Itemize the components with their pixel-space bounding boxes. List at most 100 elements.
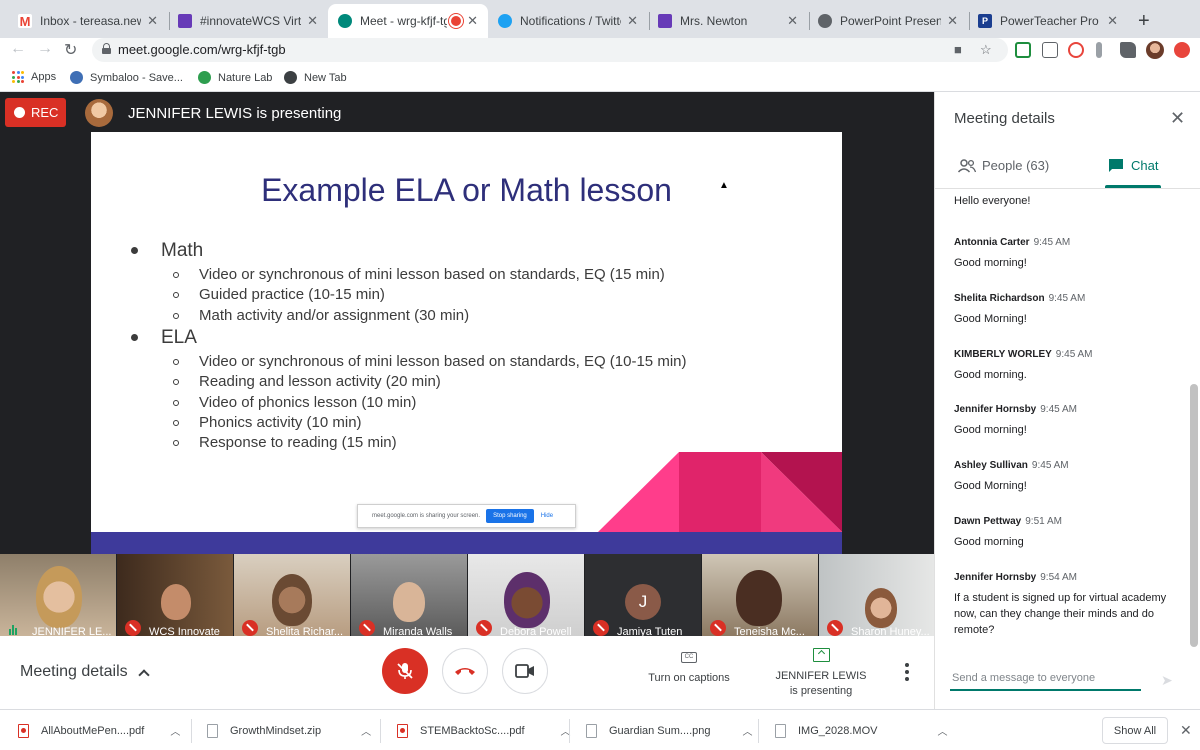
hide-link[interactable]: Hide	[541, 513, 553, 519]
captions-button[interactable]: CC Turn on captions	[640, 652, 738, 684]
tab-gmail[interactable]: M Inbox - tereasa.newton ✕	[8, 4, 168, 38]
rec-label: REC	[31, 105, 59, 120]
tab-meet[interactable]: Meet - wrg-kfjf-tg ✕	[328, 4, 488, 38]
bookmarks-bar: Apps Symbaloo - Save... Nature Lab New T…	[0, 64, 1200, 92]
chat-message: Dawn Pettway 9:51 AM Good morning	[954, 516, 1062, 548]
pin-extension-icon[interactable]	[1096, 42, 1102, 58]
address-bar[interactable]: meet.google.com/wrg-kfjf-tgb ■ ☆	[92, 38, 1008, 62]
new-tab-icon[interactable]: +	[1138, 10, 1150, 33]
close-icon[interactable]: ✕	[787, 13, 798, 29]
apps-grid-icon	[12, 71, 24, 83]
camera-icon[interactable]: ■	[954, 42, 962, 57]
downloads-bar: AllAboutMePen....pdf ︿ GrowthMindset.zip…	[0, 709, 1200, 750]
tab-mrs-newton[interactable]: Mrs. Newton ✕	[648, 4, 808, 38]
tab-people[interactable]: People (63)	[958, 158, 1049, 173]
forward-icon[interactable]: →	[37, 40, 53, 58]
symbaloo-icon	[70, 71, 83, 84]
tab-twitter[interactable]: Notifications / Twitter ✕	[488, 4, 648, 38]
participant-video	[736, 570, 782, 626]
more-options-icon[interactable]	[905, 663, 909, 681]
tab-powerteacher[interactable]: P PowerTeacher Pro ✕	[968, 4, 1128, 38]
chat-message: Ashley Sullivan 9:45 AM Good Morning!	[954, 460, 1069, 492]
show-all-button[interactable]: Show All	[1102, 717, 1168, 744]
download-item[interactable]: AllAboutMePen....pdf ︿	[18, 710, 180, 750]
microphone-toggle-button[interactable]	[382, 648, 428, 694]
close-icon[interactable]: ✕	[627, 13, 638, 29]
close-icon[interactable]: ✕	[307, 13, 318, 29]
calendar-extension-icon[interactable]	[1042, 42, 1058, 58]
presentation-stage: REC JENNIFER LEWIS is presenting Example…	[0, 92, 934, 554]
chevron-up-icon[interactable]: ︿	[937, 723, 947, 738]
leave-call-button[interactable]	[442, 648, 488, 694]
participant-strip: JENNIFER LE... WCS Innovate Shelita Rich…	[0, 554, 934, 636]
participant-tile[interactable]: Debora Powell	[468, 554, 584, 636]
pdf-file-icon	[18, 723, 29, 738]
browser-window: M Inbox - tereasa.newton ✕ #innovateWCS …	[0, 0, 1200, 750]
tab-powerpoint[interactable]: PowerPoint Presentatio ✕	[808, 4, 968, 38]
video-file-icon	[775, 723, 786, 738]
muted-mic-icon	[593, 620, 609, 636]
close-icon[interactable]: ✕	[1180, 722, 1192, 739]
bookmark-new-tab[interactable]: New Tab	[284, 71, 347, 84]
meet-icon	[338, 14, 352, 28]
twitter-icon	[498, 14, 512, 28]
download-item[interactable]: STEMBacktoSc....pdf ︿	[397, 710, 571, 750]
close-icon[interactable]: ✕	[467, 13, 478, 29]
star-icon[interactable]: ☆	[980, 42, 992, 58]
camera-toggle-button[interactable]	[502, 648, 548, 694]
close-icon[interactable]: ✕	[1107, 13, 1118, 29]
participant-name: Shelita Richar...	[266, 626, 344, 636]
record-extension-icon[interactable]	[1068, 42, 1084, 58]
presenter-avatar	[85, 99, 113, 127]
participant-video	[865, 588, 897, 628]
puzzle-icon[interactable]	[1120, 42, 1136, 58]
send-icon[interactable]: ➤	[1161, 672, 1173, 689]
participant-tile[interactable]: Sharon Huney...	[819, 554, 934, 636]
tab-innovatewcs[interactable]: #innovateWCS Virtual ✕	[168, 4, 328, 38]
participant-tile[interactable]: J Jamiya Tuten	[585, 554, 701, 636]
close-icon[interactable]: ✕	[1170, 108, 1185, 129]
speaking-indicator-icon	[9, 625, 17, 635]
download-item[interactable]: IMG_2028.MOV ︿	[775, 710, 947, 750]
download-item[interactable]: Guardian Sum....png ︿	[586, 710, 753, 750]
chevron-up-icon[interactable]: ︿	[170, 723, 180, 738]
participant-name: Debora Powell	[500, 626, 572, 636]
back-icon[interactable]: ←	[10, 40, 26, 58]
participant-tile[interactable]: Teneisha Mc...	[702, 554, 818, 636]
mic-off-icon	[397, 663, 413, 679]
participant-tile[interactable]: Miranda Walls	[351, 554, 467, 636]
chat-message-input[interactable]: Send a message to everyone	[950, 672, 1141, 691]
reload-icon[interactable]: ↻	[64, 40, 77, 60]
muted-mic-icon	[242, 620, 258, 636]
panel-title: Meeting details	[954, 110, 1055, 127]
presenting-button[interactable]: JENNIFER LEWIS is presenting	[768, 648, 874, 699]
download-item[interactable]: GrowthMindset.zip ︿	[207, 710, 371, 750]
participant-name: Sharon Huney...	[851, 626, 930, 636]
bookmark-symbaloo[interactable]: Symbaloo - Save...	[70, 71, 183, 84]
chat-scrollbar[interactable]	[1190, 384, 1198, 647]
extension-icon[interactable]	[1015, 42, 1031, 58]
extension-icon[interactable]	[1174, 42, 1190, 58]
participant-tile[interactable]: JENNIFER LE...	[0, 554, 116, 636]
bookmark-label: New Tab	[304, 71, 347, 84]
bookmark-label: Symbaloo - Save...	[90, 71, 183, 84]
powerteacher-icon: P	[978, 14, 992, 28]
bookmark-apps[interactable]: Apps	[12, 71, 56, 83]
meeting-details-toggle[interactable]: Meeting details	[20, 663, 150, 681]
divider	[380, 719, 381, 743]
close-icon[interactable]: ✕	[947, 13, 958, 29]
divider	[569, 719, 570, 743]
chevron-up-icon[interactable]: ︿	[743, 723, 753, 738]
chevron-up-icon[interactable]: ︿	[361, 723, 371, 738]
tab-chat[interactable]: Chat	[1108, 158, 1158, 173]
url-text: meet.google.com/wrg-kfjf-tgb	[118, 42, 286, 57]
participant-tile[interactable]: WCS Innovate	[117, 554, 233, 636]
bookmark-nature-lab[interactable]: Nature Lab	[198, 71, 272, 84]
video-camera-icon	[515, 664, 534, 678]
participant-video	[504, 572, 550, 628]
close-icon[interactable]: ✕	[147, 13, 158, 29]
stop-sharing-button[interactable]: Stop sharing	[486, 509, 534, 523]
profile-avatar[interactable]	[1146, 41, 1164, 59]
presenting-banner: JENNIFER LEWIS is presenting	[128, 105, 342, 122]
participant-tile[interactable]: Shelita Richar...	[234, 554, 350, 636]
